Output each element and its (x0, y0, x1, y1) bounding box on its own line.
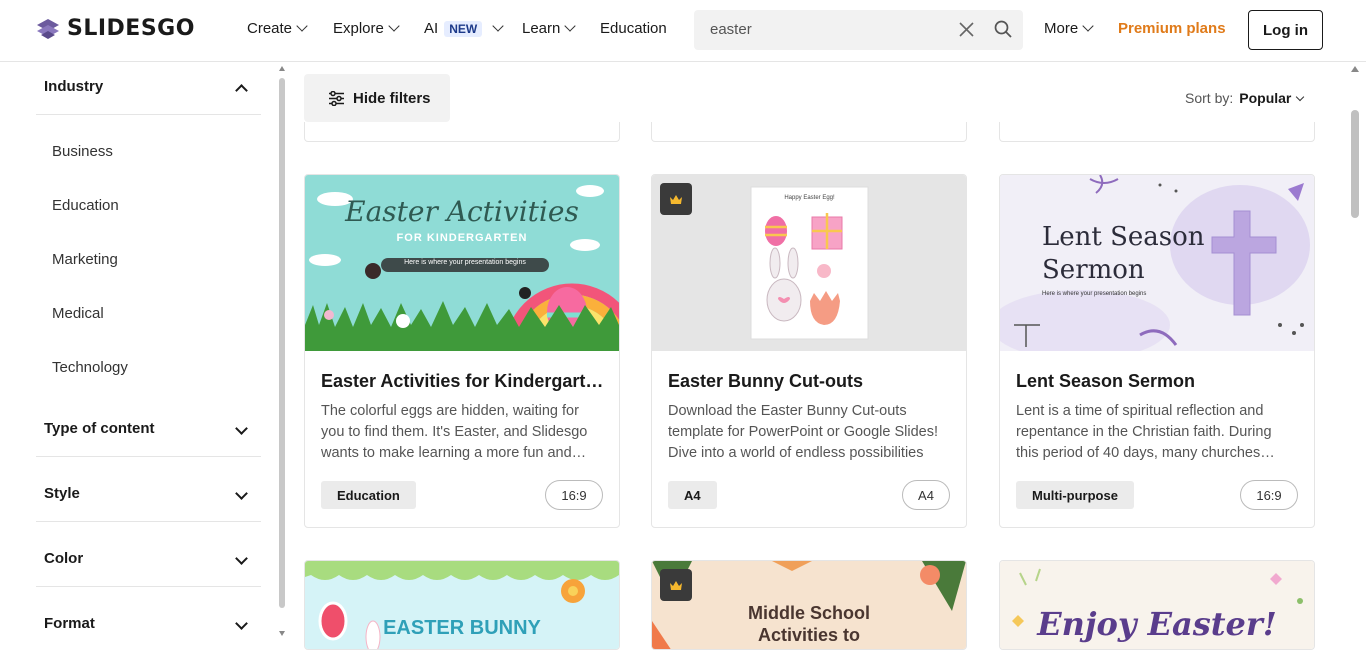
nav-create[interactable]: Create (247, 20, 308, 37)
thumbnail-title-line2: Sermon (1042, 255, 1145, 285)
template-thumbnail[interactable]: Easter Activities FOR KINDERGARTEN Here … (305, 175, 619, 351)
template-card-lent-season-sermon[interactable]: Lent Season Sermon Here is where your pr… (999, 174, 1315, 528)
chevron-down-icon[interactable] (235, 422, 248, 435)
sort-dropdown[interactable]: Sort by: Popular (1185, 90, 1305, 106)
hide-filters-label: Hide filters (353, 89, 431, 107)
thumbnail-title: Happy Easter Egg! (784, 195, 835, 201)
crown-icon (670, 194, 682, 204)
logo-text: SLIDESGO (67, 16, 195, 41)
filters-sidebar: Industry Business Education Marketing Me… (0, 63, 290, 641)
template-card-easter-bunny-cutouts[interactable]: Happy Easter Egg! Easter Bunny Cut-outs … (651, 174, 967, 528)
filter-format-heading[interactable]: Format (44, 615, 95, 632)
thumbnail-title-line1: Lent Season (1042, 222, 1205, 252)
login-button[interactable]: Log in (1248, 10, 1323, 50)
chevron-down-icon (492, 20, 504, 32)
nav-education-label: Education (600, 20, 667, 37)
category-tag[interactable]: A4 (668, 481, 717, 509)
card-description: The colorful eggs are hidden, waiting fo… (321, 403, 588, 461)
template-thumbnail[interactable]: Lent Season Sermon Here is where your pr… (1000, 175, 1314, 351)
chevron-down-icon[interactable] (235, 617, 248, 630)
sidebar-scrollbar[interactable] (279, 78, 285, 608)
card-title[interactable]: Lent Season Sermon (1016, 371, 1300, 392)
sort-value: Popular (1239, 90, 1292, 106)
card-description: Lent is a time of spiritual reflection a… (1016, 403, 1272, 461)
template-card-easter-activities[interactable]: Easter Activities FOR KINDERGARTEN Here … (304, 174, 620, 528)
card-fragment[interactable] (999, 122, 1315, 142)
aspect-ratio-badge: 16:9 (545, 480, 603, 510)
divider (36, 521, 261, 522)
sort-label: Sort by: (1185, 90, 1234, 106)
sidebar-scroll-down-arrow[interactable] (279, 631, 285, 636)
divider (36, 456, 261, 457)
category-tag[interactable]: Education (321, 481, 416, 509)
thumbnail-title-line2: Activities to (757, 625, 861, 645)
sidebar-scroll-up-arrow[interactable] (279, 66, 285, 71)
filter-option-medical[interactable]: Medical (52, 305, 104, 322)
top-header: SLIDESGO Create Explore AI NEW Learn Edu… (0, 0, 1366, 62)
filter-sliders-icon (329, 90, 344, 106)
chevron-down-icon (1082, 20, 1094, 32)
easter-bunny-thumbnail-image (750, 186, 869, 340)
aspect-ratio-badge: 16:9 (1240, 480, 1298, 510)
filter-style-heading[interactable]: Style (44, 485, 80, 502)
filter-industry-heading[interactable]: Industry (44, 78, 103, 95)
thumbnail-tagline: Here is where your presentation begins (404, 259, 526, 266)
premium-plans-link[interactable]: Premium plans (1118, 20, 1226, 37)
nav-learn-label: Learn (522, 20, 561, 37)
thumbnail-tagline: Here is where your presentation begins (1042, 291, 1147, 297)
filter-type-of-content-heading[interactable]: Type of content (44, 420, 155, 437)
filter-option-technology[interactable]: Technology (52, 359, 128, 376)
thumbnail-title: EASTER BUNNY (383, 617, 541, 639)
nav-more[interactable]: More (1044, 20, 1094, 37)
card-title[interactable]: Easter Activities for Kindergarten (321, 371, 605, 392)
card-title[interactable]: Easter Bunny Cut-outs (668, 371, 952, 392)
clear-search-icon[interactable] (958, 21, 975, 38)
chevron-down-icon (388, 20, 400, 32)
divider (36, 586, 261, 587)
hide-filters-button[interactable]: Hide filters (304, 74, 450, 122)
nav-explore[interactable]: Explore (333, 20, 400, 37)
nav-explore-label: Explore (333, 20, 384, 37)
slidesgo-logo[interactable]: SLIDESGO (35, 16, 195, 41)
card-fragment[interactable] (651, 122, 967, 142)
nav-education[interactable]: Education (600, 20, 667, 37)
template-card-middle-school-activities[interactable]: Middle School Activities to (651, 560, 967, 650)
search-icon[interactable] (994, 20, 1012, 38)
premium-badge (660, 569, 692, 601)
premium-badge (660, 183, 692, 215)
slidesgo-logo-icon (37, 18, 59, 39)
page-scrollbar[interactable] (1351, 110, 1359, 218)
thumbnail-title: Easter Activities (345, 195, 579, 228)
nav-more-label: More (1044, 20, 1079, 37)
nav-ai[interactable]: AI NEW (424, 20, 504, 37)
new-badge: NEW (444, 20, 483, 37)
nav-learn[interactable]: Learn (522, 20, 577, 37)
chevron-down-icon[interactable] (235, 552, 248, 565)
page-scroll-up-arrow[interactable] (1351, 66, 1359, 72)
category-tag[interactable]: Multi-purpose (1016, 481, 1134, 509)
chevron-down-icon (296, 20, 308, 32)
chevron-down-icon (1296, 92, 1305, 101)
nav-create-label: Create (247, 20, 293, 37)
thumbnail-title: Enjoy Easter! (1037, 605, 1277, 643)
divider (36, 114, 261, 115)
nav-ai-label: AI (424, 20, 439, 37)
chevron-down-icon (564, 20, 577, 32)
template-card-easter-bunny[interactable]: EASTER BUNNY (304, 560, 620, 650)
filter-color-heading[interactable]: Color (44, 550, 83, 567)
chevron-up-icon[interactable] (235, 84, 248, 97)
thumbnail-title-line1: Middle School (747, 603, 870, 623)
crown-icon (670, 580, 682, 590)
search-input[interactable] (710, 21, 940, 38)
template-card-enjoy-easter[interactable]: Enjoy Easter! (999, 560, 1315, 650)
chevron-down-icon[interactable] (235, 487, 248, 500)
filter-option-marketing[interactable]: Marketing (52, 251, 118, 268)
thumbnail-subtitle: FOR KINDERGARTEN (396, 232, 528, 244)
template-thumbnail[interactable]: Happy Easter Egg! (652, 175, 966, 351)
filter-option-education[interactable]: Education (52, 197, 119, 214)
filter-option-business[interactable]: Business (52, 143, 113, 160)
aspect-ratio-badge: A4 (902, 480, 950, 510)
card-description: Download the Easter Bunny Cut-outs templ… (668, 403, 938, 461)
card-fragment[interactable] (304, 122, 620, 142)
